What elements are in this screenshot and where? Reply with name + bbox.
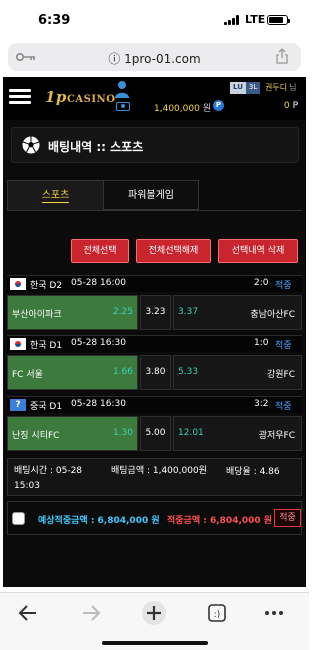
away-team: 광저우FC	[258, 431, 295, 441]
battery-icon	[267, 15, 290, 25]
home-odds: 1.66	[112, 367, 133, 377]
home-indicator	[102, 641, 208, 645]
odds-row: 난징 시티FC 1.30 5.00 12.01 광저우FC	[7, 416, 302, 451]
home-odds-cell[interactable]: 난징 시티FC 1.30	[7, 416, 138, 451]
home-odds: 2.25	[112, 307, 133, 317]
points-display: 0P	[283, 101, 298, 111]
casino-app: 1pCASINO 1,400,000 원 P LU 3L 권두디 님 0P 배팅내역 …	[3, 77, 306, 587]
url-text[interactable]: ⓘ 1pro-01.com	[8, 50, 301, 67]
tab-sports[interactable]: 스포츠	[7, 180, 104, 210]
signal-icon	[224, 15, 242, 25]
tab-divider	[7, 210, 302, 211]
match-datetime: 05-28 16:30	[71, 399, 126, 409]
select-checkbox[interactable]	[12, 512, 25, 525]
balance-amount: 1,400,000 원	[154, 104, 212, 114]
league-name: 한국 D1	[30, 341, 63, 351]
wallet-icon[interactable]	[116, 102, 130, 111]
app-header: 1pCASINO 1,400,000 원 P LU 3L 권두디 님 0P	[3, 77, 306, 120]
bet-summary: 배팅시간 : 05-28 15:03 배팅금액 : 1,400,000원 배당율…	[7, 458, 302, 496]
away-odds: 12.01	[178, 428, 204, 438]
home-odds-cell[interactable]: 부산아이파크 2.25	[7, 295, 138, 330]
url-bar[interactable]: ⓘ 1pro-01.com	[8, 43, 301, 71]
hit-status-button[interactable]: 적중	[274, 509, 301, 527]
match-result: 적중	[275, 341, 292, 351]
bet-time: 배팅시간 : 05-28 15:03	[14, 466, 83, 491]
away-odds-cell[interactable]: 3.37 충남아산FC	[173, 295, 302, 330]
unknown-flag-icon: ?	[10, 399, 26, 411]
match-result: 적중	[275, 402, 292, 412]
user-icon[interactable]	[114, 80, 130, 98]
match-score: 1:0	[254, 338, 269, 348]
draw-odds-cell[interactable]: 5.00	[140, 416, 171, 451]
page-title: 배팅내역 :: 스포츠	[48, 140, 144, 154]
more-icon[interactable]	[262, 601, 286, 625]
league-name: 중국 D1	[30, 402, 63, 412]
forward-arrow-icon[interactable]	[79, 601, 103, 625]
expected-win-amount: 예상적중금액 : 6,804,000 원	[38, 516, 160, 526]
point-badge-icon[interactable]: P	[213, 100, 224, 111]
new-tab-plus-icon[interactable]	[141, 600, 167, 626]
away-team: 강원FC	[266, 370, 295, 380]
menu-icon[interactable]	[9, 89, 31, 105]
url-value: 1pro-01.com	[124, 52, 201, 66]
svg-text::): :)	[214, 610, 221, 620]
status-time: 6:39	[38, 13, 71, 28]
korea-flag-icon	[10, 338, 26, 350]
away-odds: 5.33	[178, 367, 199, 377]
home-team: FC 서울	[12, 370, 43, 380]
odds-row: FC 서울 1.66 3.80 5.33 강원FC	[7, 355, 302, 390]
bet-amount: 배팅금액 : 1,400,000원	[111, 466, 207, 476]
match-result: 적중	[275, 281, 292, 291]
soccer-ball-icon	[22, 136, 40, 154]
casino-logo[interactable]: 1pCASINO	[45, 88, 115, 106]
odds-row: 부산아이파크 2.25 3.23 3.37 충남아산FC	[7, 295, 302, 330]
korea-flag-icon	[10, 278, 26, 290]
home-odds-cell[interactable]: FC 서울 1.66	[7, 355, 138, 390]
status-bar: 6:39 LTE	[0, 0, 309, 36]
tabs-icon[interactable]: :)	[205, 601, 229, 625]
match-header: ? 중국 D1 05-28 16:30 3:2 적중	[7, 396, 302, 413]
page-title-box: 배팅내역 :: 스포츠	[11, 127, 299, 163]
match-datetime: 05-28 16:00	[71, 278, 126, 288]
match-header: 한국 D2 05-28 16:00 2:0 적중	[7, 275, 302, 292]
tab-powerball[interactable]: 파워볼게임	[103, 180, 199, 210]
away-odds-cell[interactable]: 12.01 광저우FC	[173, 416, 302, 451]
back-arrow-icon[interactable]	[16, 601, 40, 625]
home-team: 부산아이파크	[12, 310, 62, 320]
totals-row: 예상적중금액 : 6,804,000 원 적중금액 : 6,804,000 원 …	[7, 501, 302, 535]
level-badge: LU 3L	[230, 82, 261, 94]
browser-toolbar: :)	[0, 592, 309, 650]
away-odds-cell[interactable]: 5.33 강원FC	[173, 355, 302, 390]
match-datetime: 05-28 16:30	[71, 338, 126, 348]
bet-odds: 배당율 : 4.86	[226, 467, 280, 477]
username[interactable]: 권두디 님	[265, 82, 296, 93]
won-amount: 적중금액 : 6,804,000 원	[167, 516, 273, 526]
match-header: 한국 D1 05-28 16:30 1:0 적중	[7, 335, 302, 352]
carrier-label: LTE	[245, 13, 266, 26]
league-name: 한국 D2	[30, 281, 63, 291]
match-score: 3:2	[254, 399, 269, 409]
draw-odds-cell[interactable]: 3.80	[140, 355, 171, 390]
deselect-all-button[interactable]: 전체선택해제	[136, 239, 211, 263]
match-score: 2:0	[254, 278, 269, 288]
delete-selected-button[interactable]: 선택내역 삭제	[218, 239, 298, 263]
away-team: 충남아산FC	[250, 310, 295, 320]
draw-odds-cell[interactable]: 3.23	[140, 295, 171, 330]
away-odds: 3.37	[178, 307, 199, 317]
home-odds: 1.30	[112, 428, 133, 438]
home-team: 난징 시티FC	[12, 431, 60, 441]
share-icon[interactable]	[275, 48, 289, 64]
select-all-button[interactable]: 전체선택	[71, 239, 129, 263]
